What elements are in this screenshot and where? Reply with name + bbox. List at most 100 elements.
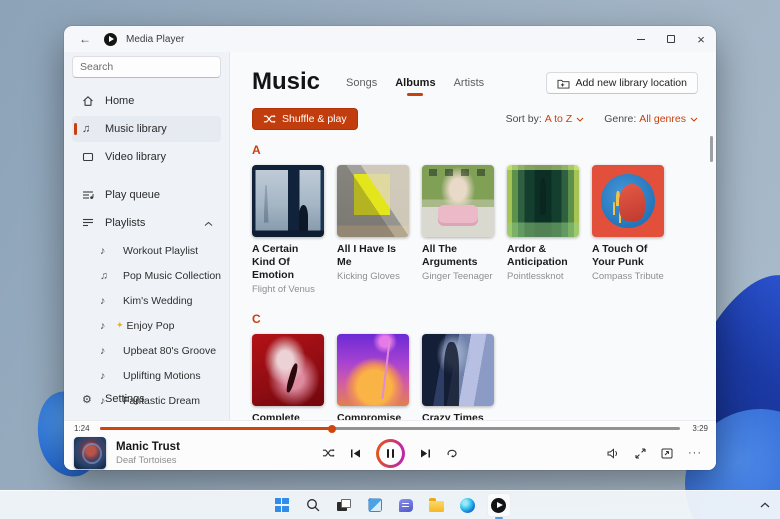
previous-button[interactable] xyxy=(350,448,361,459)
playlist-item-pop-music-collection[interactable]: ♫ Pop Music Collection xyxy=(72,263,221,288)
volume-button[interactable] xyxy=(607,448,620,459)
playlist-label: Upbeat 80's Groove xyxy=(123,345,216,357)
album-cover[interactable] xyxy=(507,165,579,237)
media-player-window: ← Media Player × xyxy=(64,26,716,470)
add-library-location-label: Add new library location xyxy=(576,77,687,89)
repeat-button[interactable] xyxy=(446,448,458,459)
playlist-item-enjoy-pop[interactable]: ♪ ✦ Enjoy Pop xyxy=(72,313,221,338)
taskbar-search-button[interactable] xyxy=(301,493,325,517)
sidebar-item-label: Home xyxy=(105,95,134,107)
more-options-button[interactable]: ··· xyxy=(688,447,702,459)
play-queue-icon xyxy=(82,189,98,201)
album-artist: Pointlessknot xyxy=(507,271,579,282)
section-letter: A xyxy=(252,143,698,157)
album-card[interactable]: Complete Strangers Corbin Revival xyxy=(252,334,324,420)
next-button[interactable] xyxy=(420,448,431,459)
windows-start-icon xyxy=(275,498,289,512)
genre-label: Genre: xyxy=(604,113,636,125)
taskbar-file-explorer-button[interactable] xyxy=(425,493,449,517)
maximize-button[interactable] xyxy=(656,26,686,52)
music-note-icon: ♪ xyxy=(100,295,116,307)
album-card[interactable]: All The Arguments Ginger Teenager xyxy=(422,165,494,296)
playlist-label: Pop Music Collection xyxy=(123,270,221,282)
album-card[interactable]: A Certain Kind Of Emotion Flight of Venu… xyxy=(252,165,324,296)
playlist-item-upbeat-80s-groove[interactable]: ♪ Upbeat 80's Groove xyxy=(72,338,221,363)
previous-icon xyxy=(350,448,361,459)
album-card[interactable]: A Touch Of Your Punk Compass Tribute xyxy=(592,165,664,296)
tab-albums[interactable]: Albums xyxy=(395,77,435,96)
album-card[interactable]: All I Have Is Me Kicking Gloves xyxy=(337,165,409,296)
playlist-item-workout-playlist[interactable]: ♪ Workout Playlist xyxy=(72,238,221,263)
album-cover[interactable] xyxy=(337,334,409,406)
music-note-icon: ♪ xyxy=(100,345,116,357)
mini-player-button[interactable] xyxy=(661,448,673,459)
sidebar-item-settings[interactable]: ⚙ Settings xyxy=(72,386,221,412)
seek-bar[interactable] xyxy=(100,427,680,430)
scrollbar[interactable] xyxy=(710,136,713,162)
next-icon xyxy=(420,448,431,459)
edge-icon xyxy=(460,498,475,513)
shuffle-and-play-button[interactable]: Shuffle & play xyxy=(252,108,358,130)
music-note-icon: ♪ xyxy=(100,370,116,382)
tab-artists[interactable]: Artists xyxy=(454,77,485,96)
sidebar-item-play-queue[interactable]: Play queue xyxy=(72,182,221,208)
taskbar-start-button[interactable] xyxy=(270,493,294,517)
taskbar-task-view-button[interactable] xyxy=(332,493,356,517)
taskbar xyxy=(0,490,780,519)
mini-player-icon xyxy=(661,448,673,459)
taskbar-show-hidden-icons-button[interactable] xyxy=(760,490,770,519)
album-card[interactable]: Compromise Moves Fast Pete Brown xyxy=(337,334,409,420)
now-playing-art[interactable] xyxy=(74,437,106,469)
close-icon: × xyxy=(697,33,705,46)
sidebar-item-label: Settings xyxy=(105,393,145,405)
taskbar-media-player-button[interactable] xyxy=(487,493,511,517)
shuffle-and-play-label: Shuffle & play xyxy=(282,113,347,125)
music-note-icon: ♫ xyxy=(82,123,98,135)
shuffle-button[interactable] xyxy=(322,448,335,458)
genre-dropdown[interactable]: Genre:All genres xyxy=(604,113,698,125)
chevron-up-icon xyxy=(760,502,770,508)
taskbar-chat-button[interactable] xyxy=(394,493,418,517)
sidebar-item-playlists[interactable]: Playlists xyxy=(72,210,221,236)
album-cover[interactable] xyxy=(252,165,324,237)
seek-thumb[interactable] xyxy=(328,425,336,433)
sidebar-item-music-library[interactable]: ♫ Music library xyxy=(72,116,221,142)
album-cover[interactable] xyxy=(422,334,494,406)
close-button[interactable]: × xyxy=(686,26,716,52)
album-cover[interactable] xyxy=(422,165,494,237)
widgets-icon xyxy=(368,498,382,512)
now-playing-title: Manic Trust xyxy=(116,441,180,453)
album-artist: Kicking Gloves xyxy=(337,271,409,282)
playlist-label: Enjoy Pop xyxy=(127,320,175,332)
search-input[interactable] xyxy=(80,61,215,73)
album-card[interactable]: Crazy Times Saving Gabrielle xyxy=(422,334,494,420)
search-box[interactable] xyxy=(72,56,221,78)
chevron-up-icon[interactable] xyxy=(204,214,213,232)
playlist-item-kims-wedding[interactable]: ♪ Kim's Wedding xyxy=(72,288,221,313)
selection-indicator xyxy=(74,123,77,135)
pause-button[interactable] xyxy=(376,439,405,468)
taskbar-widgets-button[interactable] xyxy=(363,493,387,517)
album-cover[interactable] xyxy=(337,165,409,237)
album-card[interactable]: Ardor & Anticipation Pointlessknot xyxy=(507,165,579,296)
page-title: Music xyxy=(252,68,320,96)
taskbar-edge-button[interactable] xyxy=(456,493,480,517)
album-cover[interactable] xyxy=(592,165,664,237)
album-title: A Certain Kind Of Emotion xyxy=(252,243,324,282)
minimize-button[interactable] xyxy=(626,26,656,52)
sort-by-dropdown[interactable]: Sort by:A to Z xyxy=(506,113,585,125)
file-explorer-icon xyxy=(429,501,444,512)
sparkle-icon: ✦ xyxy=(116,320,124,331)
main-content: Music Songs Albums Artists Add new libra… xyxy=(230,52,716,420)
fullscreen-button[interactable] xyxy=(635,448,646,459)
playlist-item-uplifting-motions[interactable]: ♪ Uplifting Motions xyxy=(72,363,221,388)
sidebar-item-video-library[interactable]: Video library xyxy=(72,144,221,170)
album-cover[interactable] xyxy=(252,334,324,406)
add-library-location-button[interactable]: Add new library location xyxy=(546,72,698,94)
sidebar-item-home[interactable]: Home xyxy=(72,88,221,114)
album-artist: Ginger Teenager xyxy=(422,271,494,282)
music-note-icon: ♪ xyxy=(100,320,116,332)
tab-songs[interactable]: Songs xyxy=(346,77,377,96)
playlist-label: Uplifting Motions xyxy=(123,370,201,382)
back-button[interactable]: ← xyxy=(76,30,94,48)
